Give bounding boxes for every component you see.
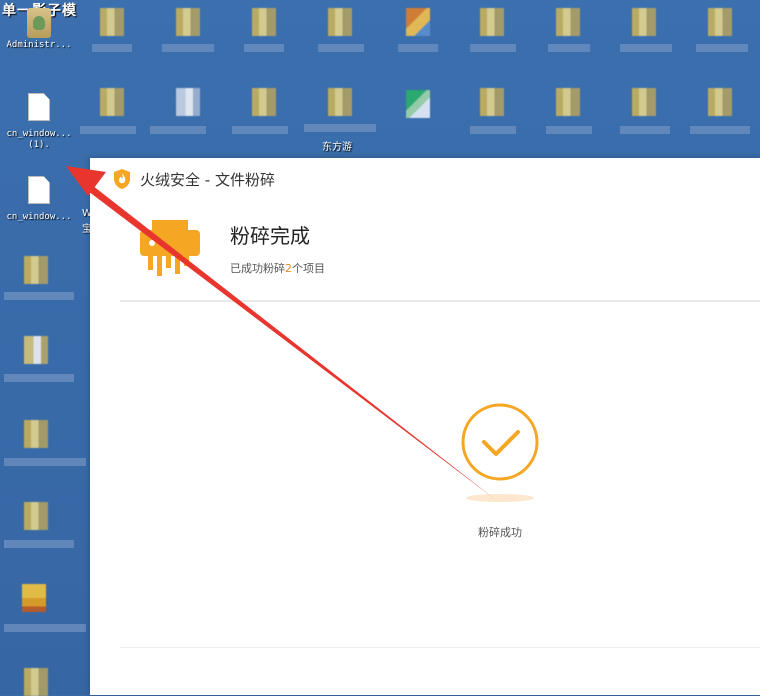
file-shredder-window: 火绒安全 - 文件粉碎 粉碎完成 已成功粉碎2个项目 粉碎成功 — [90, 158, 760, 695]
blurred-folder-icon[interactable] — [176, 8, 200, 36]
desktop-icon-cn-windows-2[interactable]: cn_window... — [0, 176, 78, 223]
blurred-label — [92, 44, 132, 52]
shredder-icon — [140, 220, 200, 276]
blurred-label — [4, 374, 74, 382]
blurred-app-icon[interactable] — [22, 584, 46, 612]
blurred-folder-icon[interactable] — [24, 502, 48, 530]
partial-label-dongfang: 东方游 — [322, 142, 352, 153]
blurred-folder-icon[interactable] — [252, 8, 276, 36]
blurred-label — [548, 44, 590, 52]
desktop-icon-label: cn_window... — [6, 212, 72, 222]
result-sub-suffix: 个项目 — [292, 262, 325, 275]
blurred-folder-icon[interactable] — [328, 88, 352, 116]
blurred-folder-icon[interactable] — [708, 88, 732, 116]
blurred-label — [398, 44, 438, 52]
blurred-folder-icon[interactable] — [556, 8, 580, 36]
blurred-folder-icon[interactable] — [24, 336, 48, 364]
result-count: 2 — [285, 262, 292, 275]
blurred-label — [470, 126, 516, 134]
blurred-folder-icon[interactable] — [100, 88, 124, 116]
header-divider — [120, 300, 760, 302]
desktop-icon-label: cn_window... (1). — [6, 129, 72, 150]
blurred-label — [470, 44, 516, 52]
blurred-label — [4, 540, 74, 548]
blurred-folder-icon[interactable] — [480, 88, 504, 116]
check-circle-icon — [461, 403, 539, 502]
blurred-label — [80, 126, 136, 134]
blurred-folder-icon[interactable] — [100, 8, 124, 36]
blurred-folder-icon[interactable] — [708, 8, 732, 36]
success-label: 粉碎成功 — [478, 526, 522, 539]
file-icon — [28, 93, 50, 121]
blurred-label — [690, 126, 750, 134]
blurred-label — [244, 44, 284, 52]
window-title: 火绒安全 - 文件粉碎 — [140, 171, 275, 189]
blurred-label — [4, 292, 74, 300]
blurred-label — [4, 458, 86, 466]
blurred-app-icon[interactable] — [406, 8, 430, 36]
blurred-folder-icon[interactable] — [24, 420, 48, 448]
result-sub-prefix: 已成功粉碎 — [230, 262, 285, 275]
window-titlebar[interactable]: 火绒安全 - 文件粉碎 — [90, 158, 760, 198]
blurred-folder-icon[interactable] — [480, 8, 504, 36]
blurred-label — [232, 126, 288, 134]
huorong-shield-icon — [114, 169, 130, 189]
result-title: 粉碎完成 — [230, 224, 310, 248]
file-icon — [28, 176, 50, 204]
blurred-folder-icon[interactable] — [556, 88, 580, 116]
blurred-label — [318, 44, 364, 52]
blurred-folder-icon[interactable] — [24, 256, 48, 284]
footer-divider — [120, 647, 760, 648]
desktop-icon-label: Administr... — [6, 40, 72, 50]
blurred-label — [4, 624, 86, 632]
blurred-folder-icon[interactable] — [632, 8, 656, 36]
user-folder-icon — [27, 8, 51, 38]
desktop-icon-cn-windows-1[interactable]: cn_window... (1). — [0, 93, 78, 151]
result-subtitle: 已成功粉碎2个项目 — [230, 260, 325, 276]
blurred-label — [304, 124, 376, 132]
blurred-label — [546, 126, 592, 134]
blurred-label — [150, 126, 206, 134]
blurred-label — [620, 126, 670, 134]
blurred-folder-icon[interactable] — [632, 88, 656, 116]
blurred-folder-icon[interactable] — [252, 88, 276, 116]
result-header: 粉碎完成 已成功粉碎2个项目 — [90, 198, 760, 300]
blurred-folder-icon[interactable] — [24, 668, 48, 696]
blurred-app-icon[interactable] — [406, 90, 430, 118]
blurred-label — [620, 44, 672, 52]
blurred-label — [162, 44, 214, 52]
blurred-folder-icon[interactable] — [328, 8, 352, 36]
desktop-icon-administrator[interactable]: Administr... — [0, 8, 78, 51]
blurred-label — [696, 44, 748, 52]
blurred-file-icon[interactable] — [176, 88, 200, 116]
